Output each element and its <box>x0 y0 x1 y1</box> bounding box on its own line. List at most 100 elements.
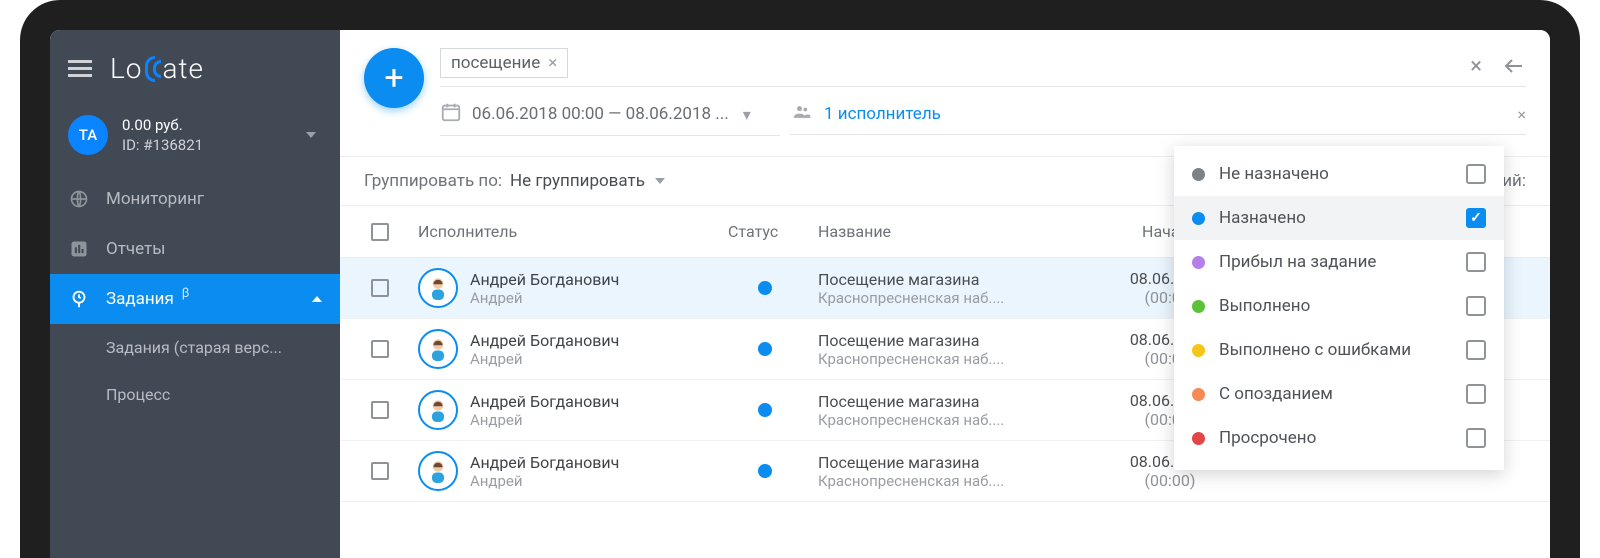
status-filter-option[interactable]: Выполнено <box>1174 284 1504 328</box>
status-checkbox[interactable] <box>1466 428 1486 448</box>
executor-name: Андрей Богданович <box>470 453 619 472</box>
executor-name: Андрей Богданович <box>470 270 619 289</box>
filter-options-row: 06.06.2018 00:00 — 08.06.2018 ... ▾ 1 ис… <box>440 87 1526 136</box>
executor-filter[interactable]: 1 исполнитель × <box>790 98 1526 135</box>
col-status: Статус <box>720 222 810 241</box>
executor-cell: Андрей БогдановичАндрей <box>410 268 720 308</box>
executor-sub: Андрей <box>470 411 619 429</box>
sidebar-top: Lo ate <box>50 30 340 103</box>
status-filter-option[interactable]: С опозданием <box>1174 372 1504 416</box>
col-executor: Исполнитель <box>410 222 720 241</box>
status-dot-icon <box>758 342 772 356</box>
avatar: ТА <box>68 115 108 155</box>
sidebar-item-tasks[interactable]: Задания β <box>50 274 340 324</box>
row-checkbox[interactable] <box>371 401 389 419</box>
col-title: Название <box>810 222 1090 241</box>
sidebar-item-tasks-old[interactable]: Задания (старая верс... <box>50 324 340 371</box>
group-value: Не группировать <box>510 171 645 191</box>
filter-chip-label: посещение <box>451 53 540 73</box>
executor-sub: Андрей <box>470 472 619 490</box>
clock-pin-icon <box>68 288 90 310</box>
status-checkbox[interactable] <box>1466 252 1486 272</box>
status-label: Выполнено <box>1219 296 1310 316</box>
row-checkbox[interactable] <box>371 279 389 297</box>
status-filter-option[interactable]: Не назначено <box>1174 152 1504 196</box>
status-color-icon <box>1192 168 1205 181</box>
group-dropdown[interactable]: Не группировать <box>510 171 665 191</box>
status-filter-popup: Не назначено Назначено Прибыл на задание Вы… <box>1174 146 1504 470</box>
row-checkbox[interactable] <box>371 340 389 358</box>
status-color-icon <box>1192 388 1205 401</box>
status-checkbox[interactable] <box>1466 164 1486 184</box>
close-icon[interactable]: × <box>1470 54 1482 79</box>
menu-icon[interactable] <box>68 60 92 78</box>
executor-sub: Андрей <box>470 350 619 368</box>
task-title: Посещение магазина <box>818 392 1082 411</box>
status-dot-icon <box>758 281 772 295</box>
status-label: Не назначено <box>1219 164 1329 184</box>
brand-logo: Lo ate <box>110 52 204 85</box>
status-color-icon <box>1192 256 1205 269</box>
sidebar-item-monitoring[interactable]: Мониторинг <box>50 174 340 224</box>
row-checkbox[interactable] <box>371 462 389 480</box>
task-address: Краснопресненская наб.... <box>818 472 1068 490</box>
app-screen: Lo ate ТА 0.00 руб. ID: #136821 Монитори… <box>50 30 1550 558</box>
back-arrow-icon[interactable] <box>1502 54 1526 78</box>
task-cell: Посещение магазинаКраснопресненская наб.… <box>810 270 1090 307</box>
status-color-icon <box>1192 432 1205 445</box>
people-icon <box>790 102 814 126</box>
executor-name: Андрей Богданович <box>470 392 619 411</box>
avatar <box>418 329 458 369</box>
plus-icon: + <box>384 61 403 95</box>
chevron-down-icon: ▾ <box>743 105 751 124</box>
filter-chip[interactable]: посещение × <box>440 48 568 78</box>
account-block[interactable]: ТА 0.00 руб. ID: #136821 <box>50 103 340 174</box>
task-cell: Посещение магазинаКраснопресненская наб.… <box>810 331 1090 368</box>
close-icon[interactable]: × <box>548 53 557 73</box>
status-checkbox[interactable] <box>1466 340 1486 360</box>
task-cell: Посещение магазинаКраснопресненская наб.… <box>810 392 1090 429</box>
brand-part1: Lo <box>110 52 142 85</box>
chevron-up-icon <box>312 296 322 302</box>
status-dot-icon <box>758 403 772 417</box>
sidebar-item-label: Мониторинг <box>106 189 204 209</box>
date-range-text: 06.06.2018 00:00 — 08.06.2018 ... <box>472 104 729 124</box>
status-checkbox[interactable] <box>1466 208 1486 228</box>
status-label: С опозданием <box>1219 384 1333 404</box>
executor-cell: Андрей БогдановичАндрей <box>410 451 720 491</box>
status-checkbox[interactable] <box>1466 384 1486 404</box>
status-filter-option[interactable]: Назначено <box>1174 196 1504 240</box>
beta-badge: β <box>182 286 190 301</box>
status-label: Назначено <box>1219 208 1306 228</box>
select-all-checkbox[interactable] <box>371 223 389 241</box>
device-bezel: Lo ate ТА 0.00 руб. ID: #136821 Монитори… <box>20 0 1580 558</box>
sidebar-item-reports[interactable]: Отчеты <box>50 224 340 274</box>
task-address: Краснопресненская наб.... <box>818 350 1068 368</box>
date-range-filter[interactable]: 06.06.2018 00:00 — 08.06.2018 ... ▾ <box>440 97 780 136</box>
status-label: Прибыл на задание <box>1219 252 1376 272</box>
sidebar-item-process[interactable]: Процесс <box>50 371 340 418</box>
task-address: Краснопресненская наб.... <box>818 289 1068 307</box>
status-dot-icon <box>758 464 772 478</box>
sidebar-item-label: Задания <box>106 289 174 309</box>
status-label: Просрочено <box>1219 428 1316 448</box>
avatar <box>418 390 458 430</box>
executor-filter-text: 1 исполнитель <box>824 104 941 124</box>
account-balance: 0.00 руб. <box>122 115 292 135</box>
avatar <box>418 451 458 491</box>
logo-ring-inner-icon <box>153 60 161 78</box>
status-filter-option[interactable]: Выполнено с ошибками <box>1174 328 1504 372</box>
sidebar-item-label: Процесс <box>106 385 170 404</box>
filter-right-controls: × <box>1470 54 1526 79</box>
status-filter-option[interactable]: Просрочено <box>1174 416 1504 460</box>
status-color-icon <box>1192 344 1205 357</box>
add-button[interactable]: + <box>364 48 424 108</box>
task-address: Краснопресненская наб.... <box>818 411 1068 429</box>
close-icon[interactable]: × <box>1517 105 1526 124</box>
toolbar: + посещение × × <box>340 30 1550 142</box>
executor-name: Андрей Богданович <box>470 331 619 350</box>
status-filter-option[interactable]: Прибыл на задание <box>1174 240 1504 284</box>
status-label: Выполнено с ошибками <box>1219 340 1411 360</box>
status-checkbox[interactable] <box>1466 296 1486 316</box>
chevron-down-icon <box>306 132 316 138</box>
